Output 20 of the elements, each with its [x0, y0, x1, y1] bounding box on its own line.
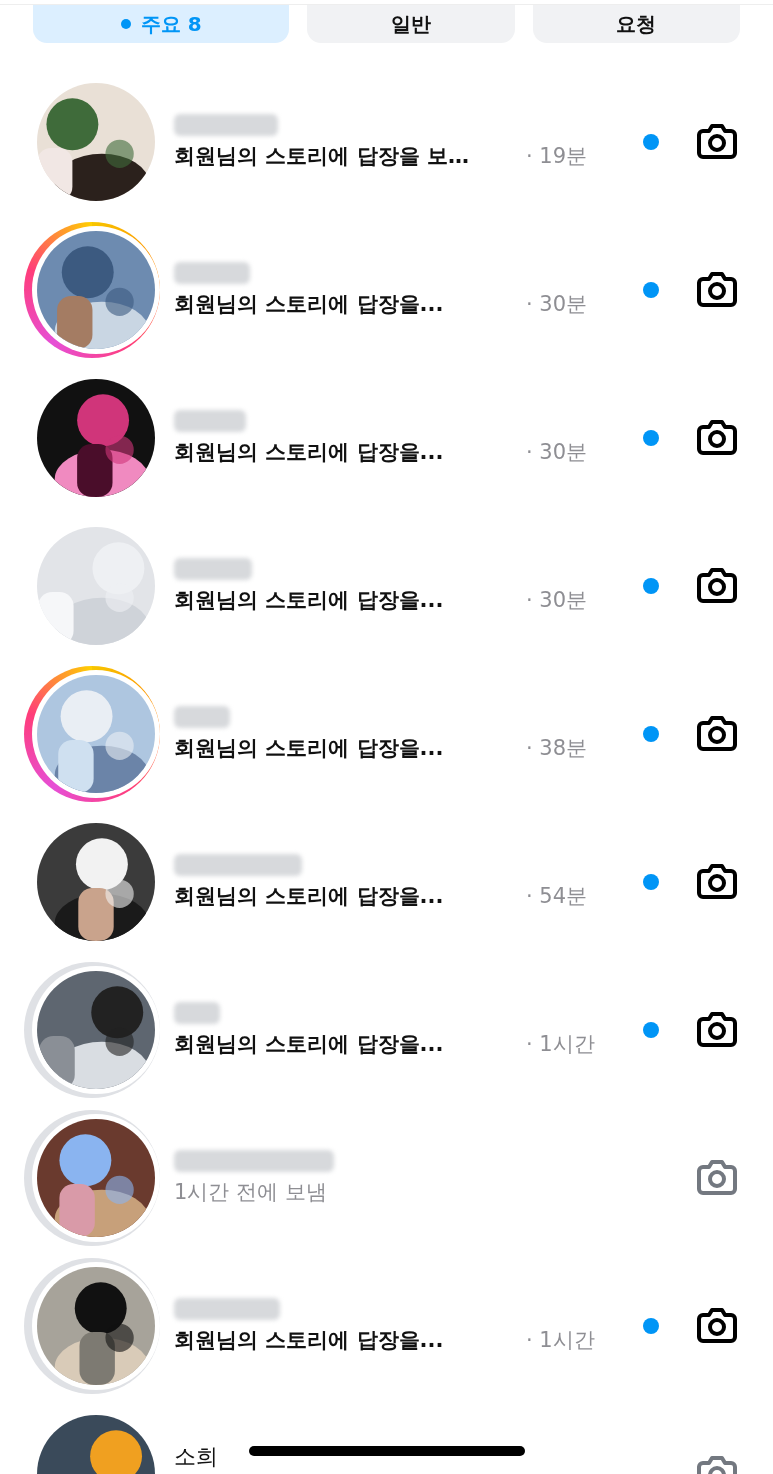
message-preview: 회원님의 스토리에 답장을... — [174, 1031, 445, 1058]
message-time: · 19분 — [526, 143, 588, 170]
message-time: · 38분 — [526, 735, 588, 762]
message-time: · 30분 — [526, 291, 588, 318]
message-time: · 1시간 — [526, 1031, 595, 1058]
message-time: · 30분 — [526, 587, 588, 614]
message-preview: 회원님의 스토리에 답장을... — [174, 439, 445, 466]
message-preview: 1시간 전에 보냄 — [174, 1179, 328, 1206]
message-time: · 30분 — [526, 439, 588, 466]
message-preview: 회원님의 스토리에 답장을... — [174, 883, 445, 910]
inbox-tab[interactable]: 일반 — [307, 5, 515, 43]
message-preview: 회원님의 스토리에 답장을... — [174, 291, 445, 318]
message-preview: 회원님의 스토리에 답장을... — [174, 1327, 445, 1354]
contact-name: 소희 — [174, 1443, 218, 1471]
message-preview: 회원님의 스토리에 답장을... — [174, 735, 445, 762]
message-time: · 54분 — [526, 883, 588, 910]
inbox-tab[interactable]: 요청 — [532, 5, 740, 43]
message-time: · 1시간 — [526, 1327, 595, 1354]
message-preview: 회원님의 스토리에 답장을 보… — [174, 143, 470, 170]
message-preview: 회원님의 스토리에 답장을... — [174, 587, 445, 614]
